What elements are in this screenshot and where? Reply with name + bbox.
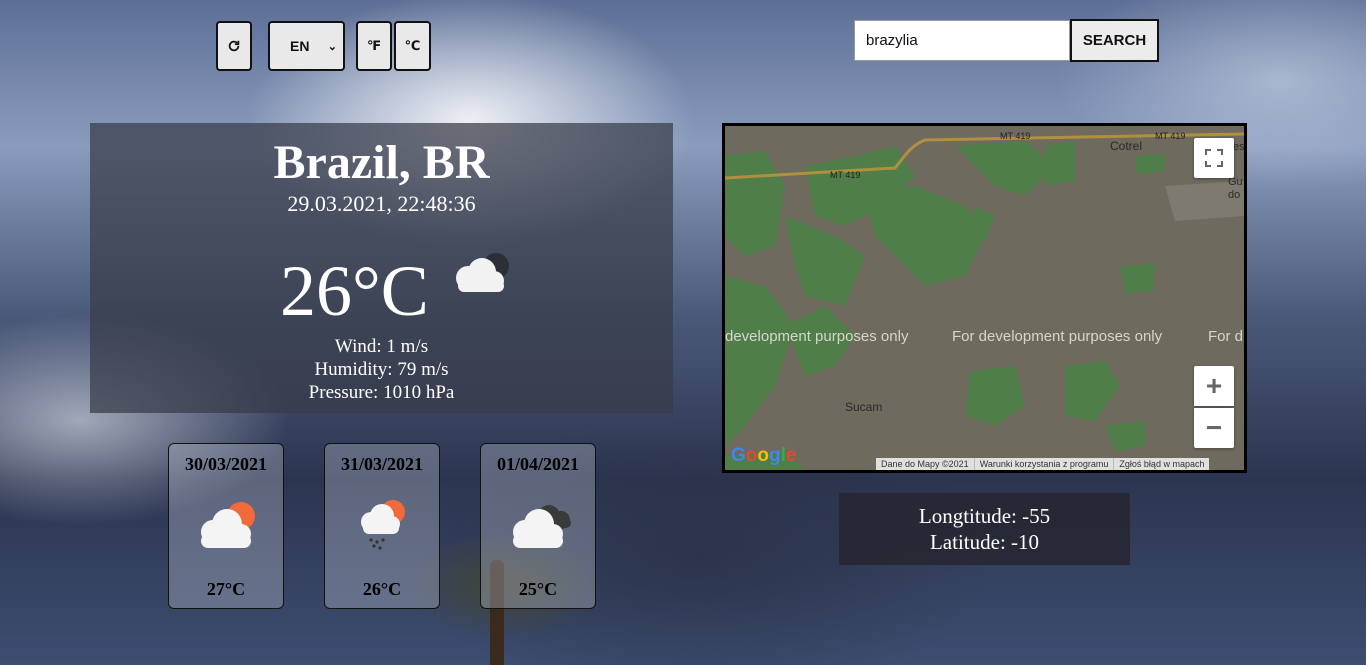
map-watermark-text: development purposes only (725, 328, 909, 345)
zoom-in-button[interactable]: + (1194, 366, 1234, 406)
forecast-date: 30/03/2021 (184, 454, 267, 474)
chevron-down-icon: ⌄ (327, 40, 337, 53)
forecast-date: 31/03/2021 (340, 454, 423, 474)
fahrenheit-button[interactable]: ℉ (356, 21, 392, 71)
search-input[interactable]: brazylia (854, 20, 1070, 61)
forecast-temp: 25°C (518, 579, 558, 599)
map-road-label: MT 419 (830, 170, 861, 180)
map-terms-link[interactable]: Warunki korzystania z programu (973, 458, 1114, 470)
forecast-temp: 26°C (362, 579, 402, 599)
partly-cloudy-sun-icon (201, 502, 255, 548)
map-report-link[interactable]: Zgłoś błąd w mapach (1113, 458, 1209, 470)
wind-text: Wind: 1 m/s (334, 336, 429, 357)
forecast-date: 01/04/2021 (496, 454, 579, 474)
map-view[interactable]: MT 419 MT 419 MT 419 Cotrel Sucam Gu do … (722, 123, 1247, 473)
map-terrain (725, 126, 1244, 470)
refresh-button[interactable] (216, 21, 252, 71)
forecast-card: 01/04/2021 25°C (480, 443, 596, 609)
fullscreen-icon (1205, 149, 1223, 167)
forecast-card: 31/03/2021 26°C (324, 443, 440, 609)
forecast-card: 30/03/2021 27°C (168, 443, 284, 609)
map-place-label: do (1228, 189, 1241, 201)
dark-clouds-icon (513, 505, 571, 548)
map-watermark-text: For d (1208, 328, 1244, 345)
google-logo: Google (731, 445, 797, 466)
forecast-temp: 27°C (206, 579, 246, 599)
coordinates-panel: Longtitude: -55 Latitude: -10 (839, 493, 1130, 565)
current-datetime: 29.03.2021, 22:48:36 (287, 191, 476, 216)
latitude-text: Latitude: -10 (929, 530, 1040, 554)
fullscreen-button[interactable] (1194, 138, 1234, 178)
map-road-label: MT 419 (1155, 131, 1186, 141)
rain-sun-icon (361, 500, 405, 550)
pressure-text: Pressure: 1010 hPa (308, 382, 455, 403)
map-footer: Dane do Mapy ©2021 Warunki korzystania z… (876, 458, 1210, 470)
city-title: Brazil, BR (273, 136, 490, 189)
longitude-text: Longtitude: -55 (918, 504, 1051, 528)
weather-details: Wind: 1 m/s Humidity: 79 m/s Pressure: 1… (90, 335, 673, 404)
current-temperature: 26°C (280, 251, 429, 331)
celsius-button[interactable]: ℃ (394, 21, 431, 71)
map-road-label: MT 419 (1000, 131, 1031, 141)
map-data-credit[interactable]: Dane do Mapy ©2021 (876, 458, 974, 470)
refresh-icon (228, 40, 240, 52)
language-value: EN (290, 38, 310, 54)
map-place-label: es (1233, 141, 1245, 153)
zoom-out-button[interactable]: − (1194, 408, 1234, 448)
humidity-text: Humidity: 79 m/s (314, 359, 449, 380)
language-select[interactable]: EN ⌄ (268, 21, 345, 71)
map-place-label: Cotrel (1110, 139, 1143, 153)
map-watermark-text: For development purposes only (952, 328, 1163, 345)
search-button[interactable]: SEARCH (1070, 19, 1159, 62)
cloudy-night-icon (456, 253, 509, 292)
current-weather-panel: Brazil, BR 29.03.2021, 22:48:36 26°C Win… (90, 123, 673, 413)
map-place-label: Sucam (845, 400, 883, 414)
